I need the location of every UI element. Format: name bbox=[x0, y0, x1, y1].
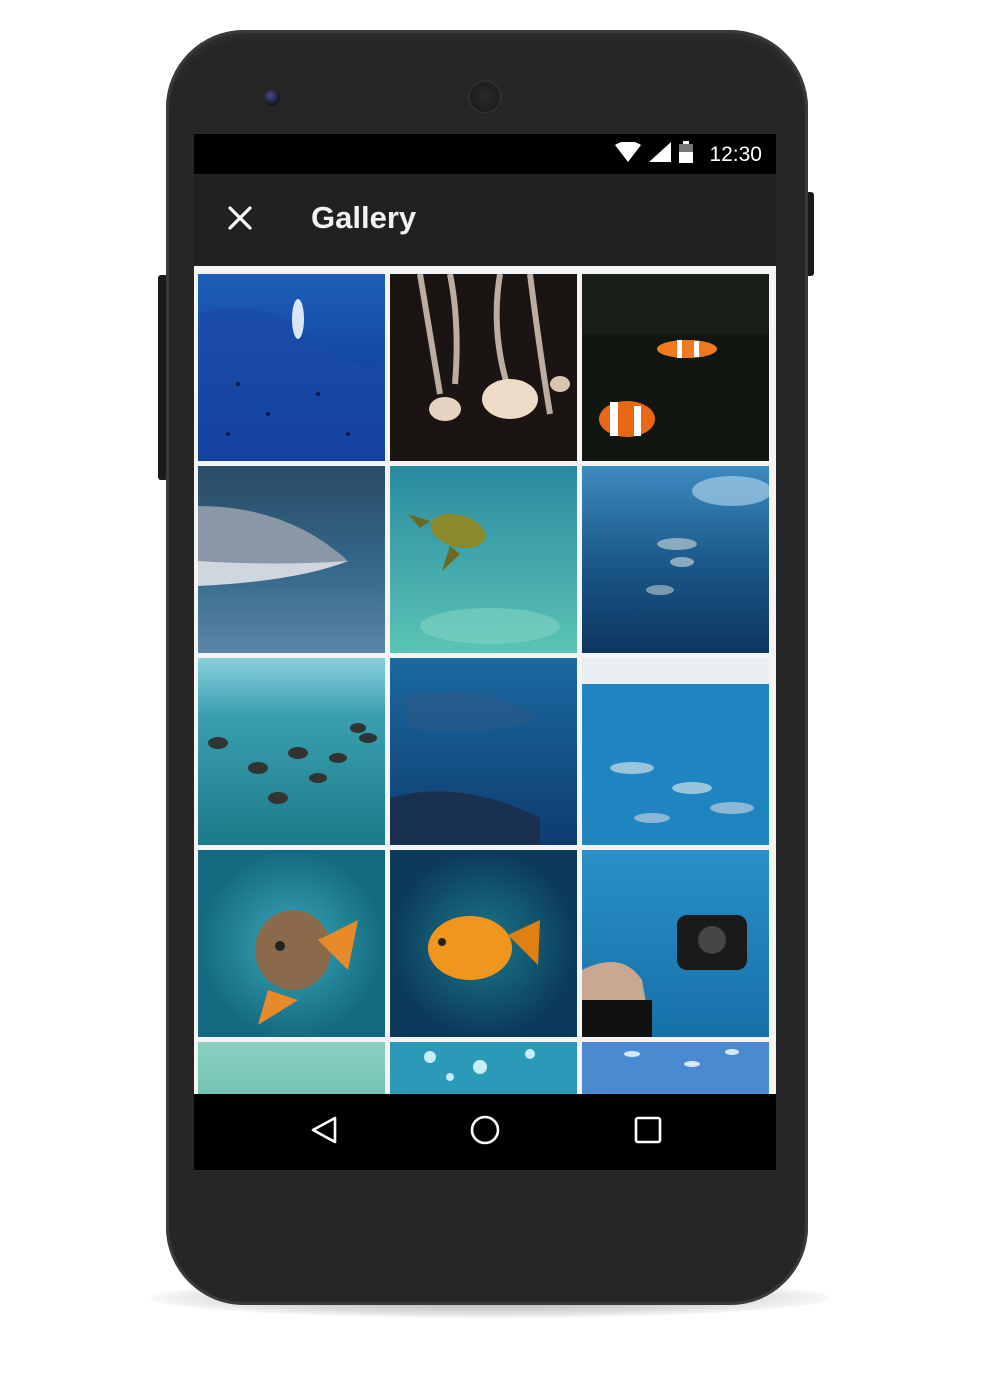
photo-jellyfish[interactable] bbox=[390, 274, 577, 461]
photo-small-fish[interactable] bbox=[582, 1042, 769, 1094]
photo-diver[interactable] bbox=[198, 274, 385, 461]
home-button[interactable] bbox=[465, 1112, 505, 1152]
recents-icon bbox=[633, 1115, 663, 1150]
photo-grid bbox=[198, 274, 772, 1094]
photo-sea-turtle[interactable] bbox=[390, 466, 577, 653]
front-camera bbox=[264, 90, 280, 106]
app-bar: Gallery bbox=[194, 174, 776, 266]
photo-shallow-water[interactable] bbox=[198, 1042, 385, 1094]
photo-gallery bbox=[194, 266, 776, 1094]
photo-clownfish[interactable] bbox=[582, 274, 769, 461]
photo-whale-shark[interactable] bbox=[390, 658, 577, 845]
close-icon bbox=[227, 205, 253, 236]
earpiece-speaker bbox=[468, 80, 502, 114]
back-icon bbox=[309, 1115, 339, 1150]
close-button[interactable] bbox=[218, 198, 262, 242]
photo-orange-fish[interactable] bbox=[390, 850, 577, 1037]
navigation-bar bbox=[194, 1094, 776, 1170]
recents-button[interactable] bbox=[628, 1112, 668, 1152]
photo-striped-fish-school[interactable] bbox=[198, 658, 385, 845]
battery-icon bbox=[679, 141, 694, 168]
photo-grouper[interactable] bbox=[198, 850, 385, 1037]
back-button[interactable] bbox=[304, 1112, 344, 1152]
photo-shark[interactable] bbox=[198, 466, 385, 653]
phone-body: 12:30 Gallery bbox=[166, 30, 808, 1305]
photo-dolphins[interactable] bbox=[582, 466, 769, 653]
screen: 12:30 Gallery bbox=[194, 134, 776, 1170]
photo-fish-school[interactable] bbox=[582, 658, 769, 845]
wifi-icon bbox=[615, 141, 642, 167]
page-title: Gallery bbox=[311, 200, 417, 235]
status-bar: 12:30 bbox=[194, 134, 776, 174]
status-time: 12:30 bbox=[709, 142, 762, 166]
photo-bubbles[interactable] bbox=[390, 1042, 577, 1094]
home-icon bbox=[469, 1114, 501, 1151]
photo-underwater-camera[interactable] bbox=[582, 850, 769, 1037]
cell-signal-icon bbox=[649, 142, 672, 167]
